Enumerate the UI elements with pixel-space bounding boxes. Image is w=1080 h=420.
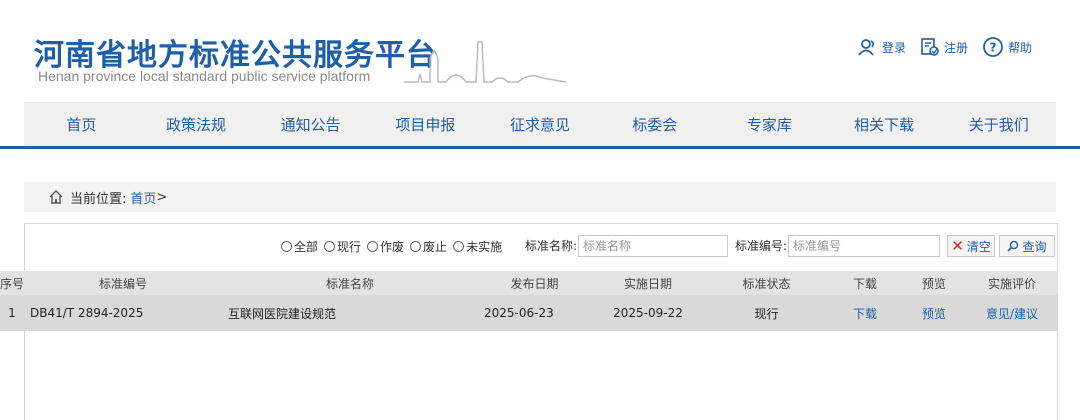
- row-publish-date: 2025-06-23: [484, 306, 554, 320]
- nav-item-home[interactable]: 首页: [24, 114, 139, 135]
- radio-abolished[interactable]: 废止: [410, 238, 447, 255]
- col-header-download: 下载: [852, 276, 877, 291]
- col-header-preview: 预览: [921, 276, 946, 291]
- user-icon: [858, 39, 875, 56]
- radio-circle: [410, 240, 422, 252]
- radio-all[interactable]: 全部: [281, 238, 318, 255]
- col-header-feedback: 实施评价: [987, 276, 1036, 291]
- register-icon: [921, 38, 939, 56]
- row-index: 1: [8, 306, 16, 320]
- radio-circle: [367, 240, 379, 252]
- home-icon: [48, 189, 64, 205]
- nav-item-downloads[interactable]: 相关下载: [827, 114, 942, 135]
- site-header: 河南省地方标准公共服务平台 Henan province local stand…: [0, 0, 1080, 102]
- search-button-label: 查询: [1022, 239, 1047, 254]
- radio-current-label: 现行: [337, 239, 362, 254]
- top-links: 登录 注册 ? 帮助: [858, 36, 1032, 58]
- login-label: 登录: [881, 40, 906, 55]
- skyline-logo-graphic: [404, 41, 567, 83]
- radio-not-implemented-label: 未实施: [466, 239, 503, 254]
- site-subtitle: Henan province local standard public ser…: [38, 68, 371, 84]
- register-label: 注册: [943, 40, 968, 55]
- help-link[interactable]: ? 帮助: [982, 36, 1032, 58]
- standards-table: 序号 标准编号 标准名称 发布日期 实施日期 标准状态 下载 预览 实施评价 1…: [0, 271, 1058, 331]
- row-status: 现行: [754, 306, 779, 321]
- nav-item-about[interactable]: 关于我们: [941, 114, 1056, 135]
- nav-divider: [0, 146, 1080, 149]
- clear-button[interactable]: ✕ 清空: [947, 235, 995, 257]
- radio-void-label: 作废: [380, 239, 405, 254]
- col-header-effective-date: 实施日期: [623, 276, 672, 291]
- row-download-link[interactable]: 下载: [828, 305, 902, 322]
- help-label: 帮助: [1007, 40, 1032, 55]
- row-feedback-link[interactable]: 意见/建议: [966, 305, 1058, 322]
- standard-name-input[interactable]: [578, 235, 728, 257]
- radio-current[interactable]: 现行: [324, 238, 361, 255]
- nav-item-experts[interactable]: 专家库: [712, 114, 827, 135]
- radio-circle: [453, 240, 465, 252]
- breadcrumb-separator: >: [156, 189, 168, 205]
- search-button[interactable]: 查询: [999, 235, 1055, 257]
- breadcrumb-home-link[interactable]: 首页: [130, 188, 156, 207]
- radio-abolished-label: 废止: [423, 239, 448, 254]
- row-code: DB41/T 2894-2025: [30, 306, 144, 320]
- radio-circle: [324, 240, 336, 252]
- main-nav: 首页 政策法规 通知公告 项目申报 征求意见 标委会 专家库 相关下载 关于我们: [24, 102, 1056, 146]
- radio-not-implemented[interactable]: 未实施: [453, 238, 502, 255]
- col-header-index: 序号: [0, 276, 24, 291]
- table-header: 序号 标准编号 标准名称 发布日期 实施日期 标准状态 下载 预览 实施评价: [0, 271, 1058, 295]
- row-name[interactable]: 互联网医院建设规范: [222, 305, 478, 322]
- radio-all-label: 全部: [294, 239, 319, 254]
- register-link[interactable]: 注册: [920, 37, 968, 57]
- nav-item-committee[interactable]: 标委会: [597, 114, 712, 135]
- row-preview-link[interactable]: 预览: [902, 305, 966, 322]
- breadcrumb: 当前位置: 首页 >: [24, 182, 1056, 212]
- breadcrumb-prefix: 当前位置:: [70, 191, 127, 207]
- col-header-code: 标准编号: [98, 276, 147, 291]
- filter-bar: 全部 现行 作废 废止 未实施 标准名称: 标准编号: ✕ 清空 查询: [25, 234, 1057, 258]
- svg-text:?: ?: [990, 41, 997, 55]
- radio-void[interactable]: 作废: [367, 238, 404, 255]
- col-header-name: 标准名称: [325, 276, 374, 291]
- close-icon: ✕: [951, 236, 964, 255]
- standard-name-label: 标准名称:: [525, 239, 578, 253]
- nav-item-notices[interactable]: 通知公告: [253, 114, 368, 135]
- col-header-publish-date: 发布日期: [510, 276, 559, 291]
- login-link[interactable]: 登录: [858, 38, 906, 56]
- nav-item-opinions[interactable]: 征求意见: [483, 114, 598, 135]
- nav-item-policy[interactable]: 政策法规: [139, 114, 254, 135]
- search-icon: [1007, 240, 1019, 252]
- help-icon: ?: [983, 37, 1003, 57]
- standard-code-input[interactable]: [788, 235, 940, 257]
- nav-item-projects[interactable]: 项目申报: [368, 114, 483, 135]
- status-radio-group: 全部 现行 作废 废止 未实施: [281, 234, 506, 258]
- table-row: 1 DB41/T 2894-2025 互联网医院建设规范 2025-06-23 …: [0, 295, 1058, 331]
- clear-button-label: 清空: [966, 239, 991, 254]
- radio-circle: [281, 240, 292, 252]
- standard-code-label: 标准编号:: [735, 239, 788, 253]
- col-header-status: 标准状态: [742, 276, 791, 291]
- row-effective-date: 2025-09-22: [613, 306, 683, 320]
